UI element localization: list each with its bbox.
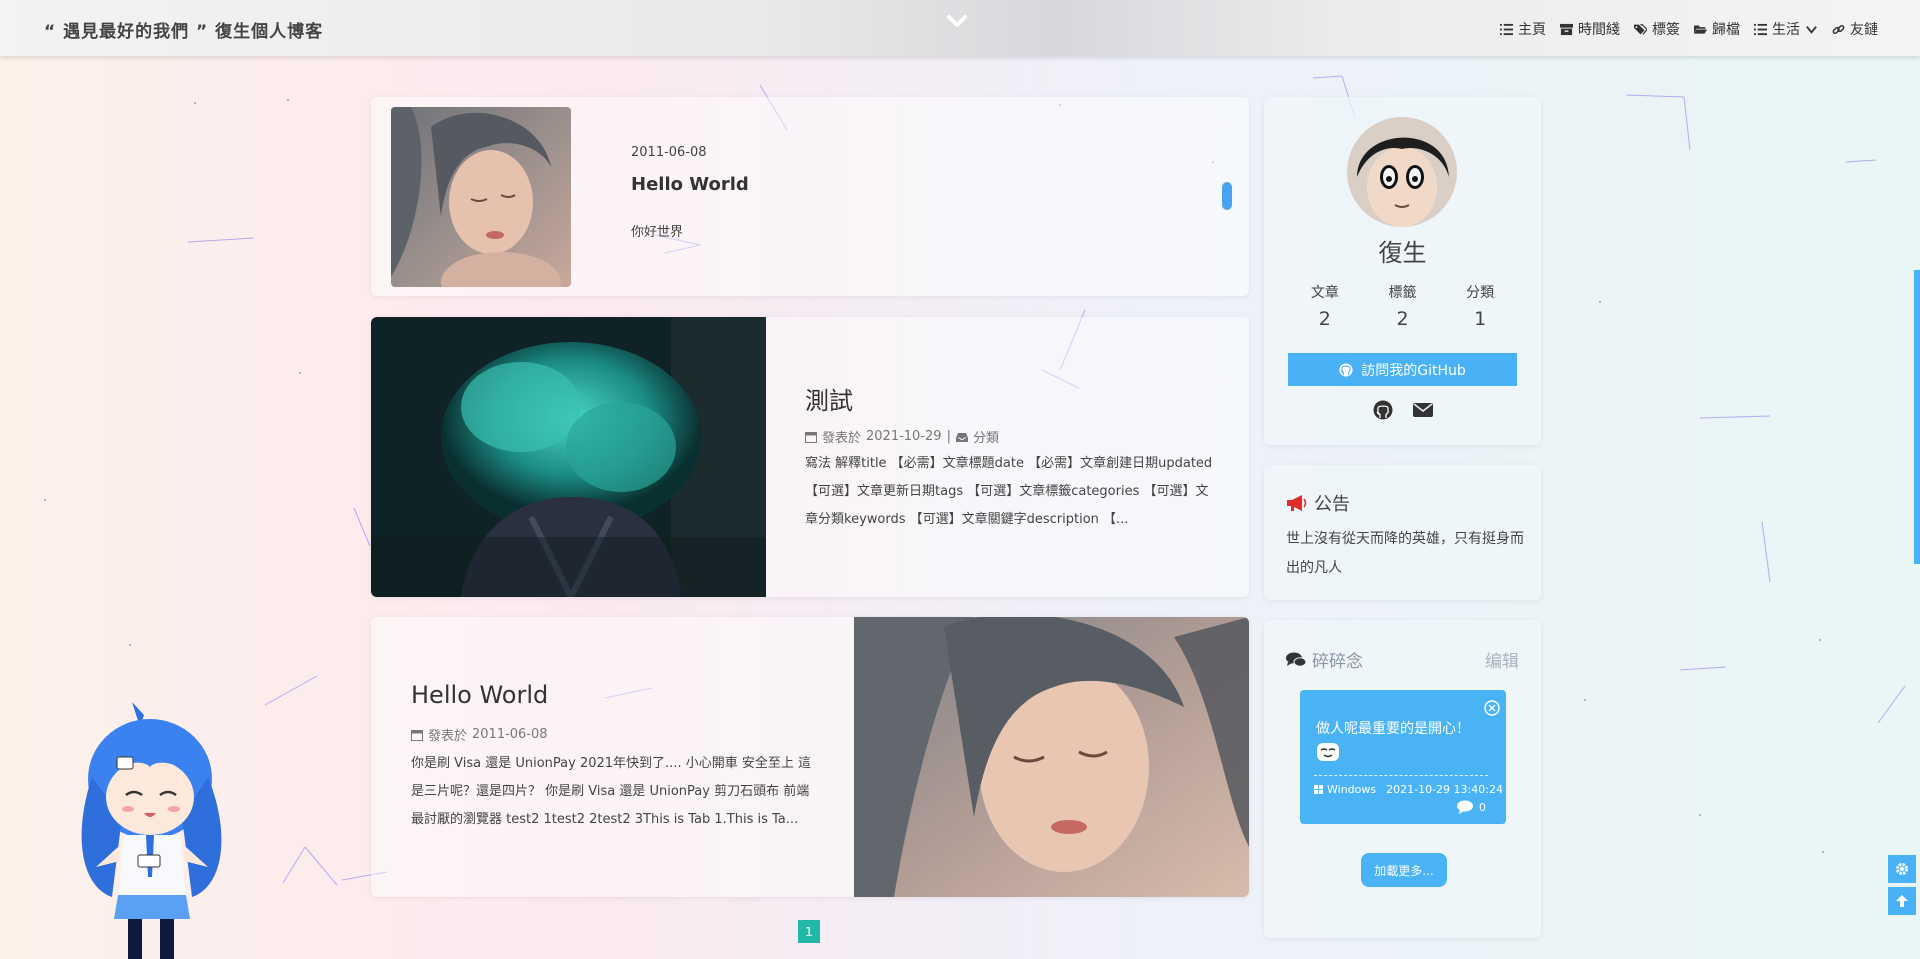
divider (1314, 775, 1488, 776)
stat-label: 分類 (1466, 285, 1495, 301)
post-meta: 發表於 2021-10-29 | 分類 (805, 427, 999, 446)
list-icon (1754, 23, 1767, 35)
talk-os: Windows (1327, 783, 1377, 796)
post-cover-image[interactable] (371, 317, 766, 597)
talk-meta: Windows 2021-10-29 13:40:24 (1314, 783, 1503, 796)
post-card[interactable]: 測試 發表於 2021-10-29 | 分類 寫法 解釋title 【必需】文章… (371, 317, 1249, 597)
talk-header: 碎碎念 (1286, 647, 1363, 672)
chevron-down-icon[interactable] (945, 12, 969, 32)
bullhorn-icon (1287, 495, 1307, 511)
calendar-icon (411, 729, 423, 741)
stat-categories[interactable]: 分類 1 (1466, 282, 1494, 330)
stat-label: 文章 (1310, 285, 1339, 301)
close-icon[interactable] (1484, 700, 1500, 716)
post-excerpt: 你好世界 (631, 225, 684, 240)
nav-label: 主頁 (1518, 22, 1546, 38)
main-nav: 主頁 時間綫 標簽 歸檔 生活 友鏈 (1500, 19, 1878, 39)
arrow-up-icon (1896, 895, 1908, 907)
envelope-icon[interactable] (1412, 400, 1433, 420)
pagination-current[interactable]: 1 (798, 920, 820, 943)
avatar[interactable] (1347, 117, 1457, 227)
announcement-title: 公告 (1314, 494, 1350, 515)
talk-card: 碎碎念 编辑 做人呢最重要的是開心！ Windows 2021-10-29 13… (1264, 620, 1541, 938)
gear-icon (1896, 863, 1908, 875)
post-category[interactable]: 分類 (973, 427, 999, 446)
tags-icon (1634, 23, 1647, 35)
talk-text: 做人呢最重要的是開心！ (1316, 721, 1470, 737)
post-cover-image[interactable] (391, 107, 571, 287)
nav-item-life[interactable]: 生活 (1754, 19, 1818, 39)
post-title[interactable]: Hello World (411, 681, 548, 709)
announcement-text: 世上沒有從天而降的英雄，只有挺身而出的凡人 (1286, 531, 1524, 576)
stat-value: 2 (1396, 308, 1409, 330)
post-card[interactable]: 2011-06-08 Hello World 你好世界 (371, 97, 1249, 296)
nav-label: 友鏈 (1850, 22, 1878, 38)
talk-item: 做人呢最重要的是開心！ Windows 2021-10-29 13:40:24 … (1300, 690, 1506, 824)
meta-prefix: 發表於 (822, 431, 862, 446)
mascot-character[interactable] (62, 697, 242, 959)
github-button-label: 訪問我的GitHub (1361, 362, 1466, 379)
windows-icon (1314, 785, 1323, 794)
comments-icon (1286, 652, 1306, 667)
folder-icon (1694, 24, 1707, 34)
stat-label: 標籤 (1388, 285, 1417, 301)
post-excerpt: 你是刷 Visa 還是 UnionPay 2021年快到了.... 小心開車 安… (411, 756, 811, 827)
page-scrollbar[interactable] (1914, 270, 1920, 564)
meta-separator: | (946, 429, 951, 444)
post-card[interactable]: Hello World 發表於 2011-06-08 你是刷 Visa 還是 U… (371, 617, 1249, 897)
list-icon (1500, 23, 1513, 35)
talk-title: 碎碎念 (1312, 652, 1363, 672)
site-header: “ 遇見最好的我們 ” 復生個人博客 主頁 時間綫 標簽 歸檔 生活 友鏈 (0, 0, 1920, 56)
nav-label: 生活 (1772, 22, 1800, 38)
nav-item-timeline[interactable]: 時間綫 (1560, 19, 1620, 39)
stat-value: 1 (1474, 308, 1487, 330)
talk-edit-link[interactable]: 编辑 (1485, 647, 1519, 672)
nav-label: 標簽 (1652, 22, 1680, 38)
github-button[interactable]: 訪問我的GitHub (1288, 353, 1517, 386)
nav-item-home[interactable]: 主頁 (1500, 19, 1546, 39)
nav-item-links[interactable]: 友鏈 (1832, 19, 1878, 39)
back-to-top-button[interactable] (1888, 887, 1916, 915)
inbox-icon (955, 432, 968, 442)
post-meta: 發表於 2011-06-08 (411, 725, 548, 744)
github-icon (1339, 362, 1353, 377)
post-excerpt: 寫法 解釋title 【必需】文章標題date 【必需】文章創建日期update… (805, 456, 1213, 527)
post-date: 2021-10-29 (866, 429, 942, 444)
profile-stats: 文章 2 標籤 2 分類 1 (1264, 282, 1541, 330)
stat-articles[interactable]: 文章 2 (1311, 282, 1339, 330)
calendar-icon (805, 431, 817, 443)
comment-icon (1457, 800, 1473, 814)
scroll-indicator[interactable] (1222, 182, 1232, 210)
post-cover-image[interactable] (854, 617, 1249, 897)
comment-count: 0 (1479, 800, 1486, 814)
author-name: 復生 (1378, 239, 1427, 267)
site-title[interactable]: “ 遇見最好的我們 ” 復生個人博客 (44, 17, 323, 42)
nav-label: 歸檔 (1712, 22, 1740, 38)
announcement-header: 公告 (1286, 490, 1350, 516)
stat-tags[interactable]: 標籤 2 (1388, 282, 1416, 330)
post-title[interactable]: Hello World (631, 174, 749, 195)
nav-item-tags[interactable]: 標簽 (1634, 19, 1680, 39)
post-date: 2011-06-08 (472, 727, 548, 742)
stat-value: 2 (1318, 308, 1331, 330)
announcement-card: 公告 世上沒有從天而降的英雄，只有挺身而出的凡人 (1264, 465, 1541, 600)
profile-card: 復生 文章 2 標籤 2 分類 1 訪問我的GitHub (1264, 97, 1541, 445)
nav-item-archive[interactable]: 歸檔 (1694, 19, 1740, 39)
talk-comments[interactable]: 0 (1457, 800, 1486, 814)
settings-button[interactable] (1888, 855, 1916, 883)
post-title[interactable]: 測試 (805, 381, 853, 416)
archive-icon (1560, 23, 1573, 35)
post-date: 2011-06-08 (631, 145, 707, 160)
link-icon (1832, 24, 1845, 34)
github-icon[interactable] (1373, 400, 1393, 420)
meta-prefix: 發表於 (428, 729, 468, 744)
chevron-down-icon (1806, 25, 1817, 34)
talk-time: 2021-10-29 13:40:24 (1386, 783, 1503, 796)
social-links (1264, 400, 1541, 420)
emoji-icon (1317, 743, 1339, 761)
nav-label: 時間綫 (1578, 22, 1620, 38)
load-more-button[interactable]: 加載更多... (1361, 853, 1447, 887)
